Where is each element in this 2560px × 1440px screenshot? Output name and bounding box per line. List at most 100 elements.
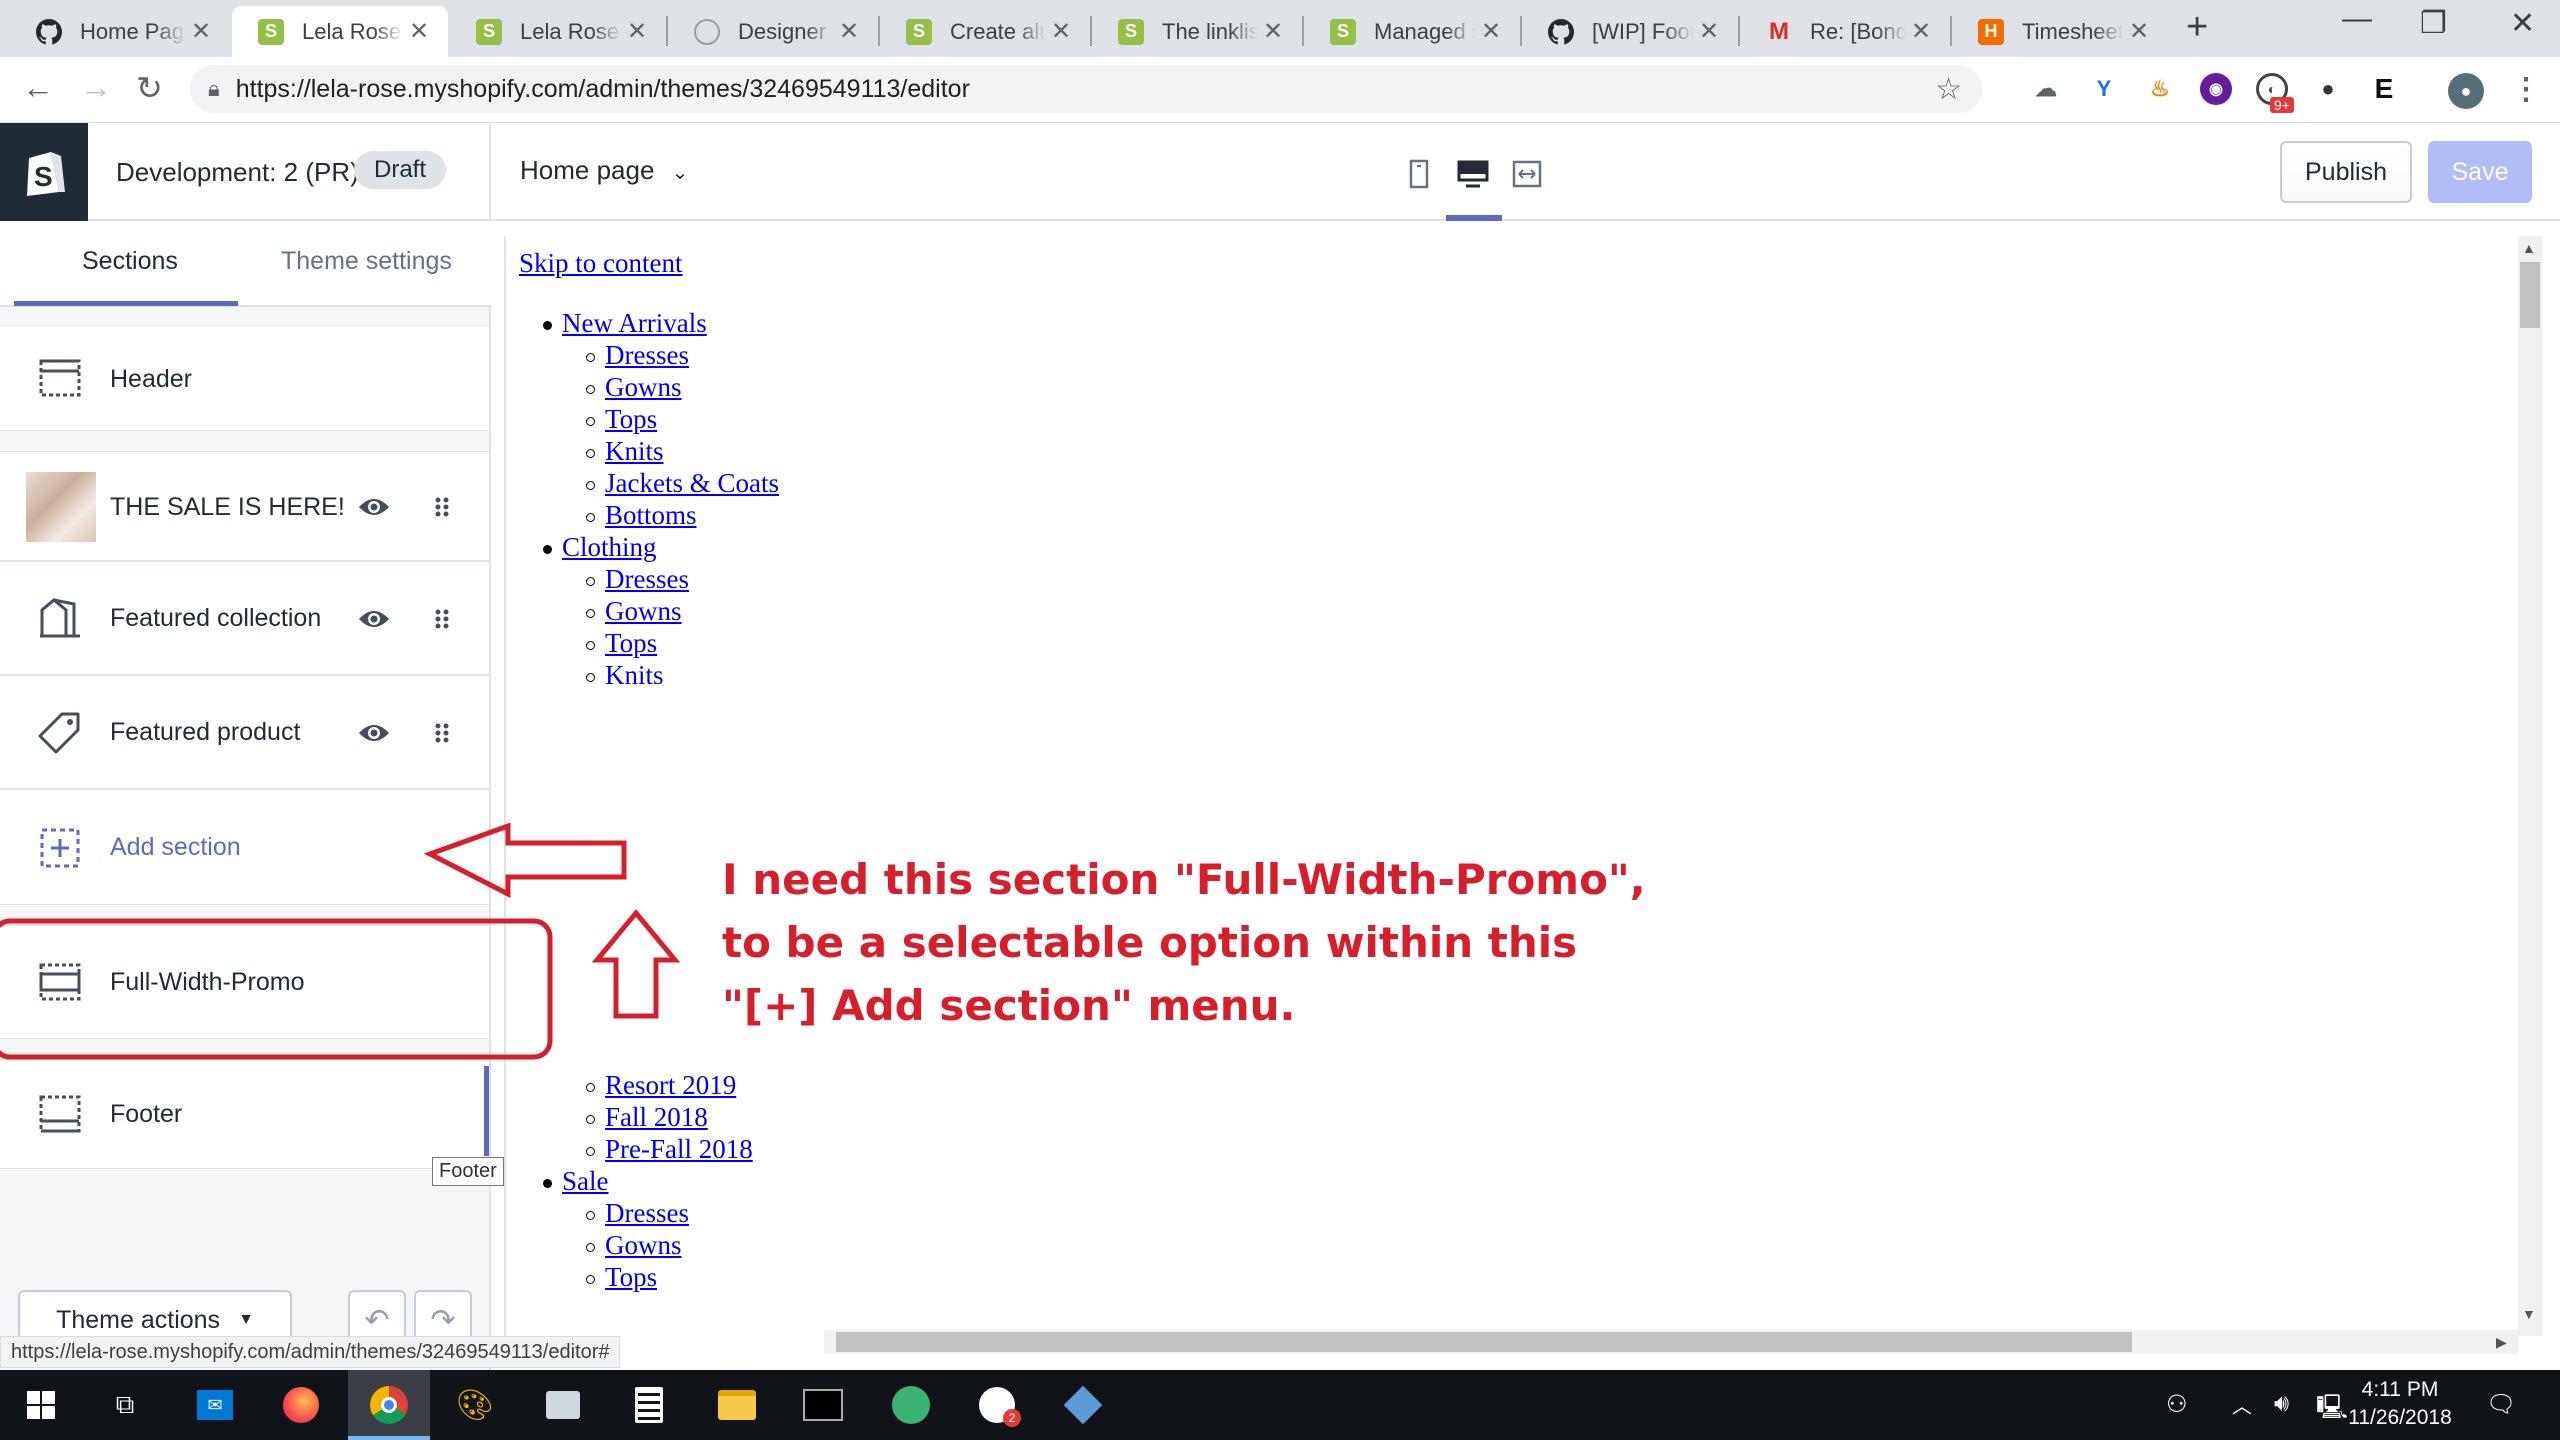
- notifications-icon[interactable]: 🗨︎: [2486, 1390, 2516, 1419]
- profile-avatar[interactable]: ●: [2448, 73, 2484, 109]
- subnav-link[interactable]: Dresses: [605, 1198, 689, 1229]
- new-tab-button[interactable]: +: [2186, 6, 2208, 49]
- nav-link[interactable]: Clothing: [562, 532, 657, 563]
- section-item-featured-product[interactable]: Featured product: [0, 675, 489, 789]
- reload-icon[interactable]: ↻: [136, 69, 163, 107]
- section-item-sale[interactable]: THE SALE IS HERE!: [0, 451, 489, 561]
- subnav-link[interactable]: Tops: [605, 1262, 657, 1293]
- balls-extension-icon[interactable]: ●: [2312, 73, 2344, 105]
- browser-tab[interactable]: S Lela Rose ✕: [450, 6, 666, 57]
- browser-tab[interactable]: Home Page ✕: [10, 6, 230, 57]
- close-icon[interactable]: ✕: [834, 17, 864, 46]
- browser-tab[interactable]: S Managed s ✕: [1304, 6, 1520, 57]
- restore-button[interactable]: ❐: [2420, 6, 2447, 41]
- file-stack-icon[interactable]: [540, 1382, 586, 1428]
- back-arrow-icon[interactable]: ←: [22, 69, 54, 106]
- eye-icon[interactable]: [358, 495, 390, 519]
- close-icon[interactable]: ✕: [1046, 17, 1076, 46]
- close-icon[interactable]: ✕: [1906, 17, 1936, 46]
- close-icon[interactable]: ✕: [622, 17, 652, 46]
- full-width-view-icon[interactable]: [1510, 157, 1544, 191]
- drag-handle-icon[interactable]: [432, 722, 452, 744]
- close-icon[interactable]: ✕: [1258, 17, 1288, 46]
- horizontal-scrollbar-thumb[interactable]: [836, 1332, 2132, 1352]
- browser-tab[interactable]: S The linklist ✕: [1092, 6, 1302, 57]
- firefox-icon[interactable]: [278, 1382, 324, 1428]
- subnav-link[interactable]: Resort 2019: [605, 1070, 736, 1101]
- page-selector[interactable]: Home page ⌄: [520, 155, 688, 186]
- y-extension-icon[interactable]: Y: [2088, 73, 2120, 105]
- browser-tab-active[interactable]: S Lela Rose ✕: [232, 6, 448, 57]
- subnav-link[interactable]: Gowns: [605, 596, 682, 627]
- vertical-scrollbar-thumb[interactable]: [2520, 262, 2540, 328]
- tab-theme-settings[interactable]: Theme settings: [281, 247, 452, 276]
- people-icon[interactable]: ⚇: [2166, 1390, 2188, 1419]
- drag-handle-icon[interactable]: [432, 496, 452, 518]
- save-button[interactable]: Save: [2428, 141, 2532, 203]
- drag-handle-icon[interactable]: [432, 608, 452, 630]
- cloud-extension-icon[interactable]: ☁: [2030, 73, 2062, 105]
- browser-tab[interactable]: M Re: [Bondfi ✕: [1740, 6, 1950, 57]
- eye-icon[interactable]: [358, 607, 390, 631]
- desktop-view-icon[interactable]: [1456, 157, 1490, 191]
- section-item-full-width-promo[interactable]: Full-Width-Promo: [0, 925, 489, 1039]
- mask-extension-icon[interactable]: ◉: [2200, 73, 2232, 105]
- close-icon[interactable]: ✕: [404, 17, 434, 46]
- subnav-link[interactable]: Gowns: [605, 1230, 682, 1261]
- close-icon[interactable]: ✕: [1694, 17, 1724, 46]
- paint-icon[interactable]: 🎨︎: [452, 1382, 498, 1428]
- file-explorer-icon[interactable]: [714, 1382, 760, 1428]
- clock[interactable]: 4:11 PM 11/26/2018: [2340, 1376, 2460, 1432]
- task-view-icon[interactable]: ⧉: [102, 1382, 148, 1428]
- subnav-link[interactable]: Bottoms: [605, 500, 697, 531]
- windows-start-icon[interactable]: [18, 1382, 64, 1428]
- minimize-button[interactable]: —: [2342, 2, 2372, 36]
- nav-link[interactable]: New Arrivals: [562, 308, 707, 339]
- add-section-button[interactable]: Add section: [0, 789, 489, 905]
- subnav-link[interactable]: Knits: [605, 436, 664, 467]
- chevron-up-icon[interactable]: ︿: [2232, 1390, 2252, 1419]
- virtualbox-icon[interactable]: [1060, 1382, 1106, 1428]
- shopify-icon: S: [1118, 18, 1144, 45]
- subnav-link[interactable]: Fall 2018: [605, 1102, 708, 1133]
- section-item-header[interactable]: Header: [0, 325, 489, 431]
- subnav-link[interactable]: Jackets & Coats: [605, 468, 779, 499]
- game-controller-icon[interactable]: 2: [974, 1382, 1021, 1428]
- shopify-logo-icon[interactable]: S: [0, 123, 88, 221]
- section-item-featured-collection[interactable]: Featured collection: [0, 561, 489, 675]
- chrome-menu-icon[interactable]: ⋮: [2510, 73, 2542, 106]
- close-icon[interactable]: ✕: [186, 17, 216, 46]
- tab-sections[interactable]: Sections: [82, 247, 178, 276]
- publish-button[interactable]: Publish: [2280, 141, 2412, 203]
- address-bar[interactable]: 🔒︎ https://lela-rose.myshopify.com/admin…: [190, 65, 1982, 113]
- close-icon[interactable]: ✕: [2124, 17, 2154, 46]
- e-extension-icon[interactable]: E: [2368, 73, 2400, 105]
- fire-extension-icon[interactable]: ♨: [2144, 73, 2176, 105]
- bookmark-star-icon[interactable]: ☆: [1935, 72, 1962, 107]
- mobile-view-icon[interactable]: [1402, 157, 1436, 191]
- calculator-icon[interactable]: [626, 1382, 672, 1428]
- section-item-footer[interactable]: Footer: [0, 1059, 489, 1169]
- close-icon[interactable]: ✕: [1476, 17, 1506, 46]
- skip-to-content-link[interactable]: Skip to content: [519, 248, 683, 279]
- subnav-link[interactable]: Tops: [605, 628, 657, 659]
- gitkraken-icon[interactable]: [888, 1382, 934, 1428]
- chrome-icon[interactable]: [366, 1382, 412, 1428]
- subnav-link[interactable]: Tops: [605, 404, 657, 435]
- volume-icon[interactable]: 🔊︎: [2274, 1390, 2289, 1418]
- subnav-link[interactable]: Dresses: [605, 564, 689, 595]
- outlook-icon[interactable]: ✉: [192, 1382, 238, 1428]
- subnav-link[interactable]: Pre-Fall 2018: [605, 1134, 753, 1165]
- nav-link[interactable]: Sale: [562, 1166, 609, 1197]
- window-close-button[interactable]: ✕: [2510, 6, 2535, 41]
- subnav-link[interactable]: Gowns: [605, 372, 682, 403]
- vertical-scrollbar[interactable]: [2518, 236, 2542, 1336]
- terminal-icon[interactable]: [800, 1382, 846, 1428]
- browser-tab[interactable]: [WIP] Foot ✕: [1522, 6, 1738, 57]
- browser-tab[interactable]: H Timesheet ✕: [1952, 6, 2168, 57]
- browser-tab[interactable]: S Create alte ✕: [880, 6, 1090, 57]
- subnav-link[interactable]: Dresses: [605, 340, 689, 371]
- forward-arrow-icon[interactable]: →: [80, 69, 112, 106]
- browser-tab[interactable]: Designer R ✕: [668, 6, 878, 57]
- eye-icon[interactable]: [358, 721, 390, 745]
